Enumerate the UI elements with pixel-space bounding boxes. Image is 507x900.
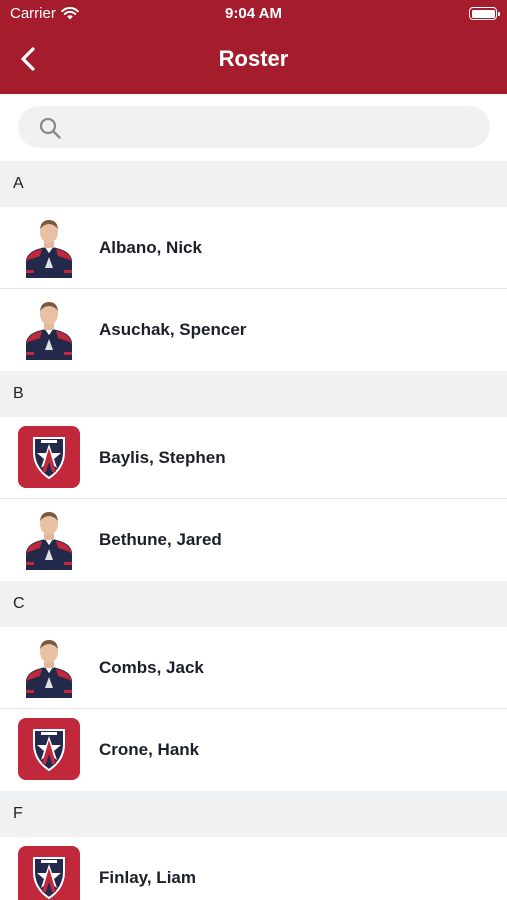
player-photo-avatar [18,216,80,278]
roster-list: A Albano, Nick Asuchak, Spencer B Baylis, St… [0,161,507,900]
player-name: Bethune, Jared [99,530,222,549]
team-logo-avatar [18,426,80,488]
section-header-a: A [0,161,507,207]
player-name: Baylis, Stephen [99,448,226,467]
player-name: Albano, Nick [99,238,202,257]
section-header-f: F [0,791,507,837]
player-row[interactable]: Asuchak, Spencer [0,289,507,371]
player-photo-avatar [18,508,80,570]
player-row[interactable]: Albano, Nick [0,207,507,289]
player-row[interactable]: Combs, Jack [0,627,507,709]
player-name: Asuchak, Spencer [99,320,247,339]
player-row[interactable]: Baylis, Stephen [0,417,507,499]
player-row[interactable]: Crone, Hank [0,709,507,791]
status-bar: Carrier 9:04 AM [0,0,507,28]
player-name: Finlay, Liam [99,868,196,887]
player-row[interactable]: Finlay, Liam [0,837,507,900]
team-logo-avatar [18,718,80,780]
battery-icon [469,7,500,20]
player-photo-avatar [18,636,80,698]
status-time: 9:04 AM [225,5,282,22]
section-header-c: C [0,581,507,627]
team-logo-avatar [18,846,80,900]
page-title: Roster [218,46,289,71]
player-row[interactable]: Bethune, Jared [0,499,507,581]
search-container [0,94,507,161]
player-photo-avatar [18,298,80,360]
search-bar[interactable] [18,106,490,148]
section-header-b: B [0,371,507,417]
player-name: Crone, Hank [99,740,200,759]
search-input[interactable] [74,106,474,148]
search-icon [39,117,61,139]
player-name: Combs, Jack [99,658,204,677]
app-header: Carrier 9:04 AM Roster [0,0,507,94]
